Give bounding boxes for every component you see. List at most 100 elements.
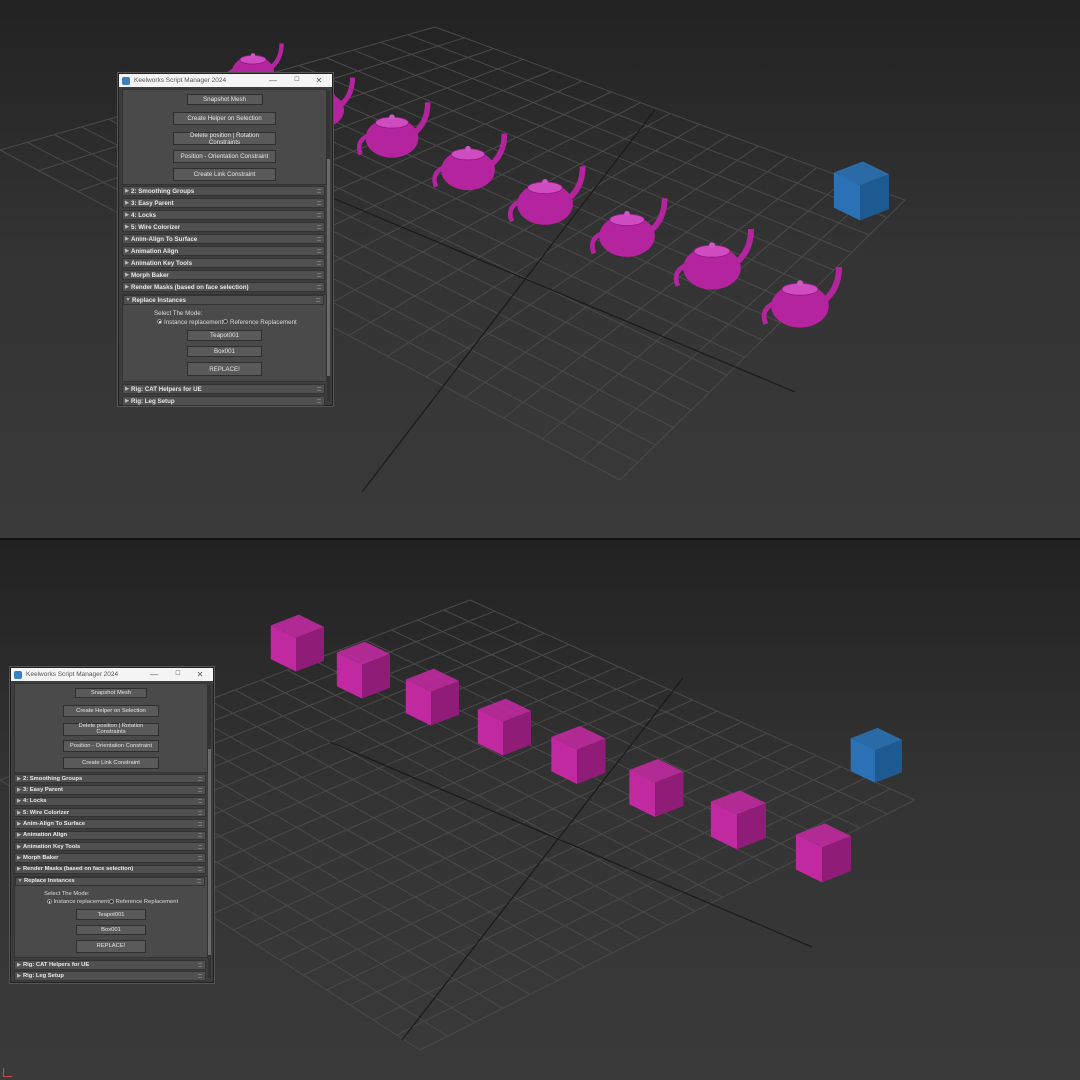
- rollout-wire-colorizer[interactable]: ▶ 5: Wire Colorizer: [122, 222, 325, 233]
- replace-instances-panel: ▼ Replace Instances Select The Mode: Inst…: [14, 875, 208, 959]
- rollout-label: 2: Smoothing Groups: [23, 775, 83, 782]
- script-manager-window-bottom[interactable]: Keelworks Script Manager 2024 — ☐ ✕ Snap…: [10, 667, 214, 983]
- teapot-knob: [465, 145, 471, 152]
- replace-button[interactable]: REPLACE!: [187, 362, 262, 376]
- rollout-label: Animation Key Tools: [131, 259, 193, 267]
- grip-icon: [198, 844, 202, 849]
- grip-icon: [317, 285, 321, 290]
- maximize-button[interactable]: ☐: [169, 668, 187, 681]
- tools-panel: Snapshot Mesh Create Helper on Selection…: [122, 89, 327, 185]
- rollout-label: 5: Wire Colorizer: [131, 223, 181, 231]
- rollout-animation-key-tools[interactable]: ▶ Animation Key Tools: [122, 258, 325, 269]
- rollout-label: Rig: Leg Setup: [23, 973, 64, 980]
- source-object-button[interactable]: Teapot001: [75, 909, 147, 920]
- create-helper-button[interactable]: Create Helper on Selection: [62, 704, 160, 717]
- target-object-button[interactable]: Box001: [187, 346, 262, 357]
- rollout-morph-baker[interactable]: ▶ Morph Baker: [14, 853, 206, 863]
- chevron-right-icon: ▶: [125, 272, 129, 279]
- snapshot-mesh-button[interactable]: Snapshot Mesh: [186, 94, 263, 105]
- create-helper-button[interactable]: Create Helper on Selection: [173, 112, 276, 125]
- close-button[interactable]: ✕: [310, 74, 328, 87]
- delete-constraints-button[interactable]: Delete position | Rotation Constraints: [173, 132, 276, 146]
- position-orientation-button[interactable]: Position - Orientation Constraint: [62, 740, 160, 753]
- instance-replacement-label: Instance replacement: [53, 898, 109, 905]
- rollout-morph-baker[interactable]: ▶ Morph Baker: [122, 270, 325, 281]
- snapshot-mesh-button[interactable]: Snapshot Mesh: [75, 687, 147, 698]
- rollout-easy-parent[interactable]: ▶ 3: Easy Parent: [122, 198, 325, 209]
- axis-gizmo-icon: [3, 1068, 12, 1077]
- chevron-down-icon: ▼: [17, 878, 23, 885]
- box-object: [405, 668, 459, 726]
- window-titlebar[interactable]: Keelworks Script Manager 2024 — ☐ ✕: [119, 74, 332, 87]
- rollout-label: Rig: CAT Helpers for UE: [131, 385, 202, 393]
- grip-icon: [198, 799, 202, 804]
- minimize-button[interactable]: —: [264, 74, 282, 87]
- scrollbar-thumb[interactable]: [327, 159, 330, 377]
- position-orientation-button[interactable]: Position - Orientation Constraint: [173, 150, 276, 163]
- rollout-animation-key-tools[interactable]: ▶ Animation Key Tools: [14, 842, 206, 852]
- grid-line: [464, 156, 788, 398]
- target-object-button[interactable]: Box001: [75, 924, 147, 935]
- rollout-animation-align[interactable]: ▶ Animation Align: [122, 246, 325, 257]
- rollout-label: Morph Baker: [23, 855, 59, 862]
- window-scrollbar[interactable]: [208, 685, 211, 978]
- rollout-label: Rig: Leg Setup: [131, 397, 175, 405]
- rollout-anim-align-surface[interactable]: ▶ Anim-Align To Surface: [14, 819, 206, 829]
- rollout-label: Rig: CAT Helpers for UE: [23, 961, 90, 968]
- create-link-constraint-button[interactable]: Create Link Constraint: [173, 168, 276, 181]
- rollout-anim-align-surface[interactable]: ▶ Anim-Align To Surface: [122, 234, 325, 245]
- rollout-animation-align[interactable]: ▶ Animation Align: [14, 830, 206, 841]
- rollout-replace-instances[interactable]: ▼ Replace Instances: [15, 876, 205, 886]
- window-scrollbar[interactable]: [327, 91, 330, 401]
- reference-replacement-label: Reference Replacement: [230, 318, 297, 326]
- grip-icon: [317, 249, 321, 254]
- instance-replacement-label: Instance replacement: [164, 318, 224, 326]
- app-icon: [14, 670, 22, 679]
- grip-icon: [198, 788, 202, 793]
- window-titlebar[interactable]: Keelworks Script Manager 2024 — ☐ ✕: [11, 668, 213, 681]
- rollout-locks[interactable]: ▶ 4: Locks: [14, 796, 206, 807]
- rollout-smoothing-groups[interactable]: ▶ 2: Smoothing Groups: [122, 186, 325, 196]
- grip-icon: [317, 399, 321, 403]
- rollout-locks[interactable]: ▶ 4: Locks: [122, 210, 325, 221]
- instance-replacement-radio[interactable]: [157, 319, 162, 324]
- minimize-button[interactable]: —: [145, 668, 163, 681]
- rollout-rig-leg-setup[interactable]: ▶ Rig: Leg Setup: [122, 396, 325, 406]
- chevron-right-icon: ▶: [125, 212, 129, 219]
- rollout-render-masks[interactable]: ▶ Render Masks (based on face selection): [14, 864, 206, 875]
- grid-line: [303, 743, 792, 976]
- box-object: [795, 823, 851, 883]
- chevron-right-icon: ▶: [125, 248, 129, 255]
- chevron-down-icon: ▼: [125, 297, 131, 303]
- reference-replacement-radio[interactable]: [223, 319, 228, 324]
- create-link-constraint-button[interactable]: Create Link Constraint: [62, 757, 160, 770]
- grid-line: [349, 766, 842, 1006]
- rollout-wire-colorizer[interactable]: ▶ 5: Wire Colorizer: [14, 808, 206, 818]
- rollout-replace-instances[interactable]: ▼ Replace Instances: [123, 295, 324, 305]
- instance-replacement-radio[interactable]: [46, 899, 52, 905]
- box-object: [629, 758, 684, 817]
- grip-icon: [317, 387, 321, 391]
- script-manager-window-top[interactable]: Keelworks Script Manager 2024 — ☐ ✕ Snap…: [118, 73, 333, 406]
- rollout-label: Render Masks (based on face selection): [131, 283, 249, 291]
- scrollbar-thumb[interactable]: [208, 749, 211, 955]
- chevron-right-icon: ▶: [17, 821, 21, 828]
- rollout-rig-cat-helpers[interactable]: ▶ Rig: CAT Helpers for UE: [122, 384, 325, 394]
- delete-constraints-button[interactable]: Delete position | Rotation Constraints: [62, 723, 160, 736]
- replace-button[interactable]: REPLACE!: [75, 939, 147, 953]
- grid-line: [233, 710, 718, 931]
- reference-replacement-radio[interactable]: [109, 899, 114, 905]
- close-button[interactable]: ✕: [191, 668, 209, 681]
- teapot-knob: [250, 53, 256, 58]
- rollout-rig-cat-helpers[interactable]: ▶ Rig: CAT Helpers for UE: [14, 960, 206, 970]
- grip-icon: [317, 213, 321, 218]
- rollout-smoothing-groups[interactable]: ▶ 2: Smoothing Groups: [14, 774, 206, 784]
- source-object-button[interactable]: Teapot001: [187, 330, 262, 341]
- box-object: [850, 727, 902, 783]
- rollout-render-masks[interactable]: ▶ Render Masks (based on face selection): [122, 282, 325, 293]
- grip-icon: [198, 833, 202, 838]
- rollout-easy-parent[interactable]: ▶ 3: Easy Parent: [14, 785, 206, 795]
- chevron-right-icon: ▶: [125, 386, 129, 392]
- rollout-rig-leg-setup[interactable]: ▶ Rig: Leg Setup: [14, 971, 206, 981]
- maximize-button[interactable]: ☐: [288, 74, 306, 87]
